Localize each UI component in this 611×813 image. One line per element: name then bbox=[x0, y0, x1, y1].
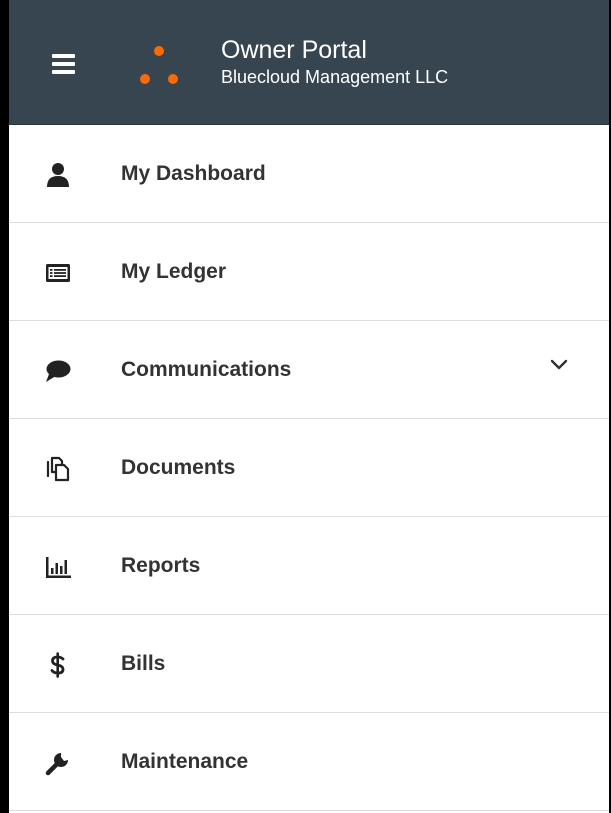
wrench-icon bbox=[45, 750, 71, 776]
sidebar-item-communications[interactable]: Communications bbox=[9, 321, 609, 419]
portal-header: Owner Portal Bluecloud Management LLC bbox=[9, 0, 609, 125]
speech-bubble-icon bbox=[45, 358, 71, 384]
three-dot-logo-icon bbox=[133, 38, 183, 88]
sidebar-item-my-ledger[interactable]: My Ledger bbox=[9, 223, 609, 321]
sidebar-nav: My Dashboard My Ledger Communications Do… bbox=[9, 125, 609, 811]
sidebar-item-my-dashboard[interactable]: My Dashboard bbox=[9, 125, 609, 223]
hamburger-menu-icon[interactable] bbox=[49, 50, 81, 78]
logo-dot bbox=[168, 74, 178, 84]
menu-bar bbox=[52, 62, 75, 66]
logo-dot bbox=[154, 46, 164, 56]
sidebar-item-label: Documents bbox=[121, 456, 236, 479]
sidebar-item-label: Communications bbox=[121, 358, 292, 381]
bar-chart-icon bbox=[45, 554, 71, 580]
portal-title: Owner Portal bbox=[221, 36, 367, 64]
chevron-down-icon[interactable] bbox=[549, 355, 569, 375]
sidebar-item-label: Reports bbox=[121, 554, 201, 577]
sidebar-item-label: My Dashboard bbox=[121, 162, 266, 185]
sidebar-item-label: Bills bbox=[121, 652, 166, 675]
user-icon bbox=[45, 162, 71, 188]
logo-dot bbox=[140, 74, 150, 84]
sidebar-item-reports[interactable]: Reports bbox=[9, 517, 609, 615]
company-name: Bluecloud Management LLC bbox=[221, 67, 449, 87]
sidebar-item-bills[interactable]: Bills bbox=[9, 615, 609, 713]
sidebar-item-documents[interactable]: Documents bbox=[9, 419, 609, 517]
sidebar-item-label: Maintenance bbox=[121, 750, 249, 773]
menu-bar bbox=[52, 54, 75, 58]
menu-bar bbox=[52, 70, 75, 74]
dollar-icon bbox=[45, 652, 71, 678]
documents-icon bbox=[45, 456, 71, 482]
sidebar-item-maintenance[interactable]: Maintenance bbox=[9, 713, 609, 811]
sidebar-item-label: My Ledger bbox=[121, 260, 227, 283]
ledger-icon bbox=[45, 260, 71, 286]
